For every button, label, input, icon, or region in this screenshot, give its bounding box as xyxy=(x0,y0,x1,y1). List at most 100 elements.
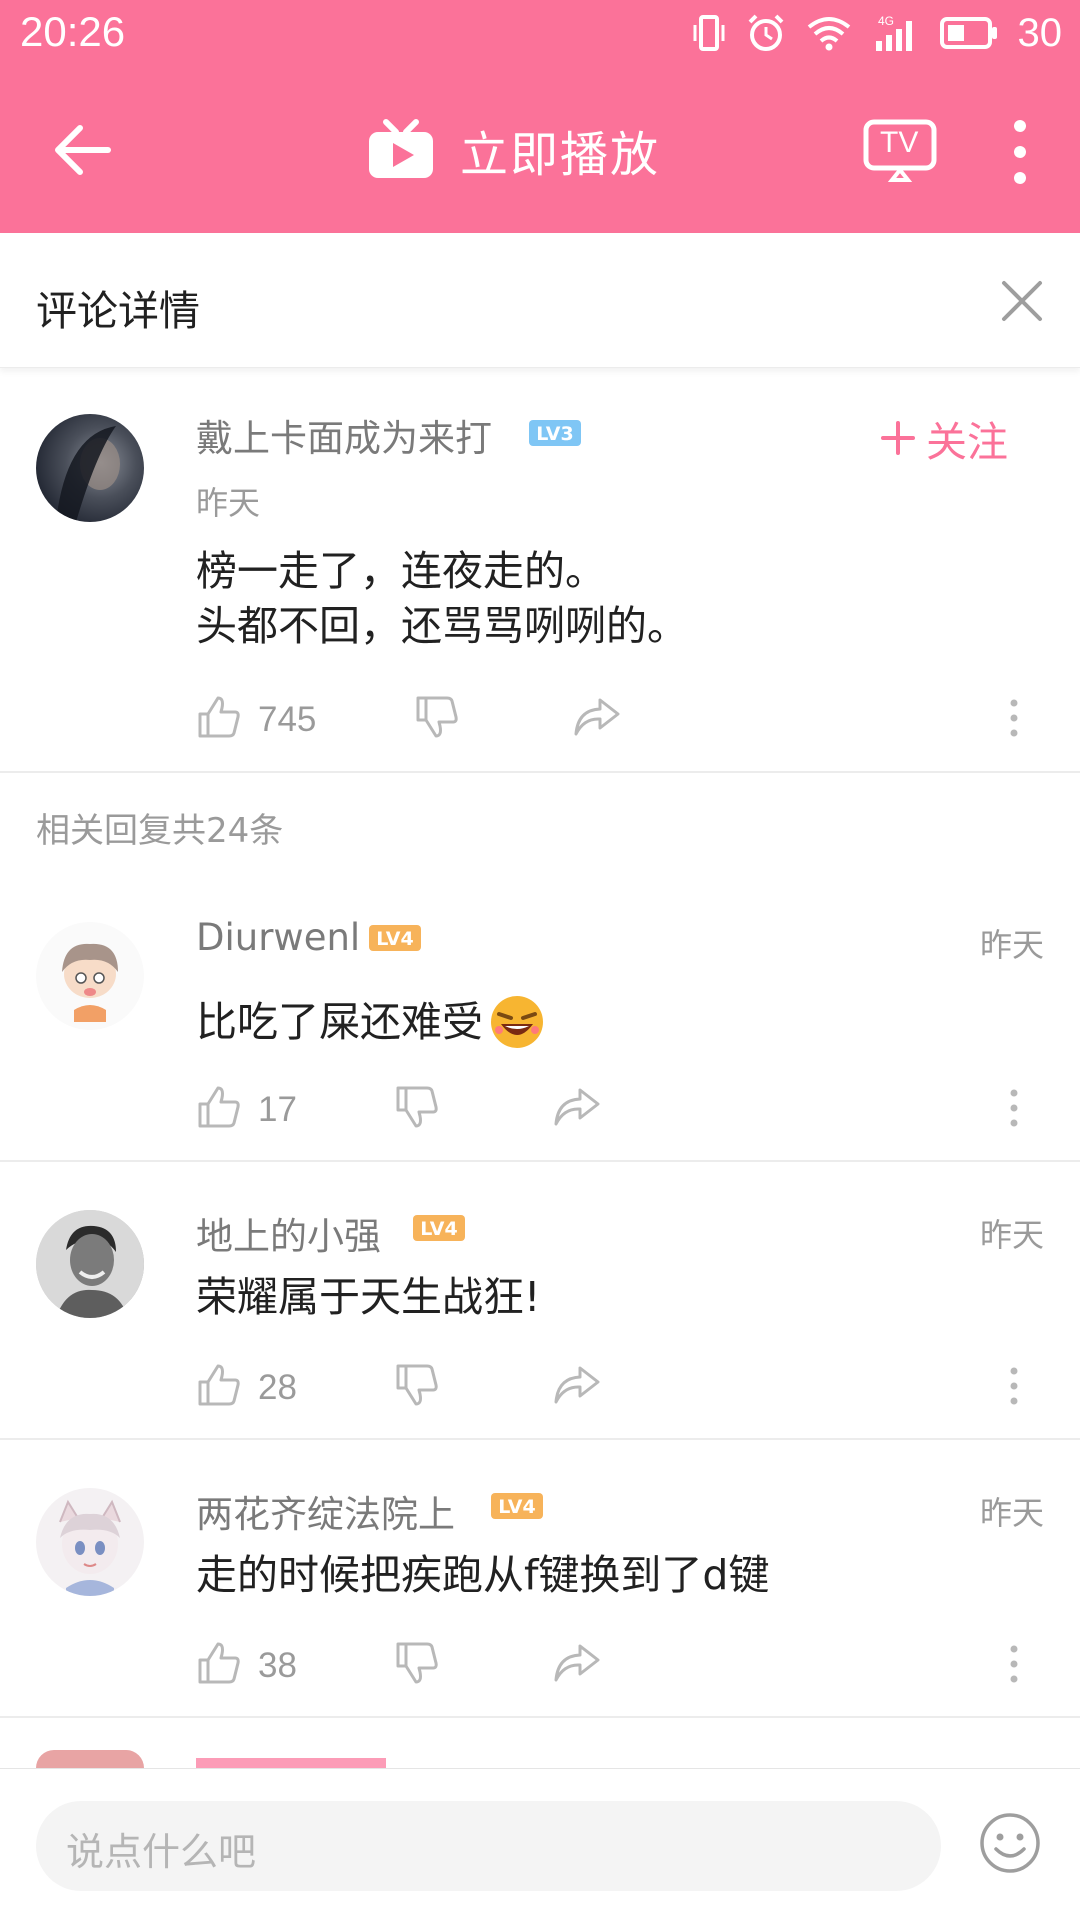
share-button[interactable] xyxy=(552,1364,602,1410)
dislike-icon xyxy=(416,696,458,738)
like-count: 745 xyxy=(258,700,317,739)
divider xyxy=(0,1438,1080,1440)
more-vertical-icon xyxy=(1010,1645,1018,1683)
dislike-button[interactable] xyxy=(394,1084,440,1134)
level-badge: LV4 xyxy=(413,1215,465,1241)
level-badge-text: LV4 xyxy=(376,928,413,950)
like-button[interactable] xyxy=(196,1640,242,1690)
avatar-anime-girl xyxy=(59,1499,121,1596)
like-icon xyxy=(198,1086,240,1128)
reply-time: 昨天 xyxy=(980,926,1045,964)
divider xyxy=(0,771,1080,773)
signal-4g-icon: 4G xyxy=(875,14,912,51)
share-button[interactable] xyxy=(552,1086,602,1132)
like-button[interactable] xyxy=(196,1362,242,1412)
back-arrow-icon xyxy=(55,125,111,175)
avatar-portrait xyxy=(56,426,120,522)
more-vertical-icon xyxy=(1010,699,1018,737)
like-icon xyxy=(198,696,240,738)
share-button[interactable] xyxy=(552,1642,602,1688)
cast-tv-label: TV xyxy=(880,126,919,159)
main-comment-text: 榜一走了，连夜走的。 头都不回，还骂骂咧咧的。 xyxy=(196,544,688,654)
main-comment-line-1: 榜一走了，连夜走的。 xyxy=(196,547,606,595)
dislike-icon xyxy=(396,1086,438,1128)
follow-button[interactable]: 关注 xyxy=(880,408,1008,468)
avatar[interactable] xyxy=(36,414,144,522)
signal-network: 4G xyxy=(878,14,894,28)
comment-detail-header: 评论详情 xyxy=(0,233,1080,368)
reply-text: 荣耀属于天生战狂! xyxy=(196,1273,541,1321)
dislike-icon xyxy=(396,1642,438,1684)
like-icon xyxy=(198,1642,240,1684)
reply-time: 昨天 xyxy=(980,1494,1045,1532)
reply-text: 比吃了屎还难受 xyxy=(196,992,547,1052)
reply-text: 走的时候把疾跑从f键换到了d键 xyxy=(196,1551,770,1599)
back-button[interactable] xyxy=(50,120,116,180)
follow-label: 关注 xyxy=(926,418,1008,466)
share-button[interactable] xyxy=(572,696,622,742)
comment-more-button[interactable] xyxy=(1006,698,1022,742)
comment-more-button[interactable] xyxy=(1006,1088,1022,1132)
avatar[interactable] xyxy=(36,1488,144,1596)
close-button[interactable] xyxy=(998,277,1046,325)
play-now-button[interactable]: 立即播放 xyxy=(366,114,660,186)
share-icon xyxy=(574,698,620,736)
avatar[interactable] xyxy=(36,1210,144,1318)
battery-level: 30 xyxy=(1017,10,1063,55)
dislike-button[interactable] xyxy=(394,1362,440,1412)
play-now-label: 立即播放 xyxy=(460,127,661,183)
comment-input-placeholder: 说点什么吧 xyxy=(66,1830,257,1874)
level-badge: LV4 xyxy=(369,925,421,951)
level-badge-text: LV4 xyxy=(420,1218,457,1240)
reply-username[interactable]: 两花齐绽法院上 xyxy=(196,1484,455,1538)
app-header: 20:26 4G 30 立即播放 TV xyxy=(0,0,1080,233)
level-badge: LV4 xyxy=(491,1493,543,1519)
main-comment-line-2: 头都不回，还骂骂咧咧的。 xyxy=(196,602,688,650)
laughing-emoji-icon xyxy=(491,996,543,1048)
share-icon xyxy=(554,1088,600,1126)
reply-username[interactable]: 地上的小强 xyxy=(196,1206,381,1260)
status-icons: 4G 30 xyxy=(692,10,1063,56)
dislike-button[interactable] xyxy=(394,1640,440,1690)
next-reply-username-partial xyxy=(196,1758,386,1768)
tv-play-icon xyxy=(369,119,433,178)
comment-more-button[interactable] xyxy=(1006,1366,1022,1410)
avatar-anime-boy xyxy=(62,943,118,1022)
divider xyxy=(0,1160,1080,1162)
cast-button[interactable]: TV xyxy=(862,118,938,184)
alarm-icon xyxy=(748,14,783,51)
more-options-button[interactable] xyxy=(1000,116,1040,188)
share-icon xyxy=(554,1366,600,1404)
vibrate-icon xyxy=(693,15,724,51)
wifi-icon xyxy=(807,17,850,51)
like-count: 28 xyxy=(258,1368,297,1407)
more-vertical-icon xyxy=(1014,120,1026,184)
like-count: 17 xyxy=(258,1090,297,1129)
like-button[interactable] xyxy=(196,694,242,744)
battery-icon xyxy=(939,17,997,49)
comment-input-bar: 说点什么吧 xyxy=(0,1768,1080,1921)
status-bar: 20:26 4G 30 xyxy=(0,0,1080,66)
like-count: 38 xyxy=(258,1646,297,1685)
level-badge: LV3 xyxy=(529,420,581,446)
divider xyxy=(0,1716,1080,1718)
emoji-button[interactable] xyxy=(978,1811,1042,1875)
comment-detail-title: 评论详情 xyxy=(36,287,200,335)
reply-time: 昨天 xyxy=(980,1216,1045,1254)
like-icon xyxy=(198,1364,240,1406)
comment-input[interactable]: 说点什么吧 xyxy=(36,1801,941,1891)
main-comment-time: 昨天 xyxy=(196,484,261,522)
reply-username[interactable]: Diurwenl xyxy=(196,916,360,959)
dislike-button[interactable] xyxy=(414,694,460,744)
level-badge-text: LV4 xyxy=(498,1496,535,1518)
share-icon xyxy=(554,1644,600,1682)
more-vertical-icon xyxy=(1010,1089,1018,1127)
main-comment-username[interactable]: 戴上卡面成为来打 xyxy=(196,408,492,462)
comment-more-button[interactable] xyxy=(1006,1644,1022,1688)
avatar[interactable] xyxy=(36,922,144,1030)
avatar-photo-man xyxy=(36,1210,144,1318)
emoji-icon xyxy=(980,1813,1040,1873)
level-badge-text: LV3 xyxy=(536,423,573,445)
like-button[interactable] xyxy=(196,1084,242,1134)
avatar[interactable] xyxy=(36,1750,144,1768)
